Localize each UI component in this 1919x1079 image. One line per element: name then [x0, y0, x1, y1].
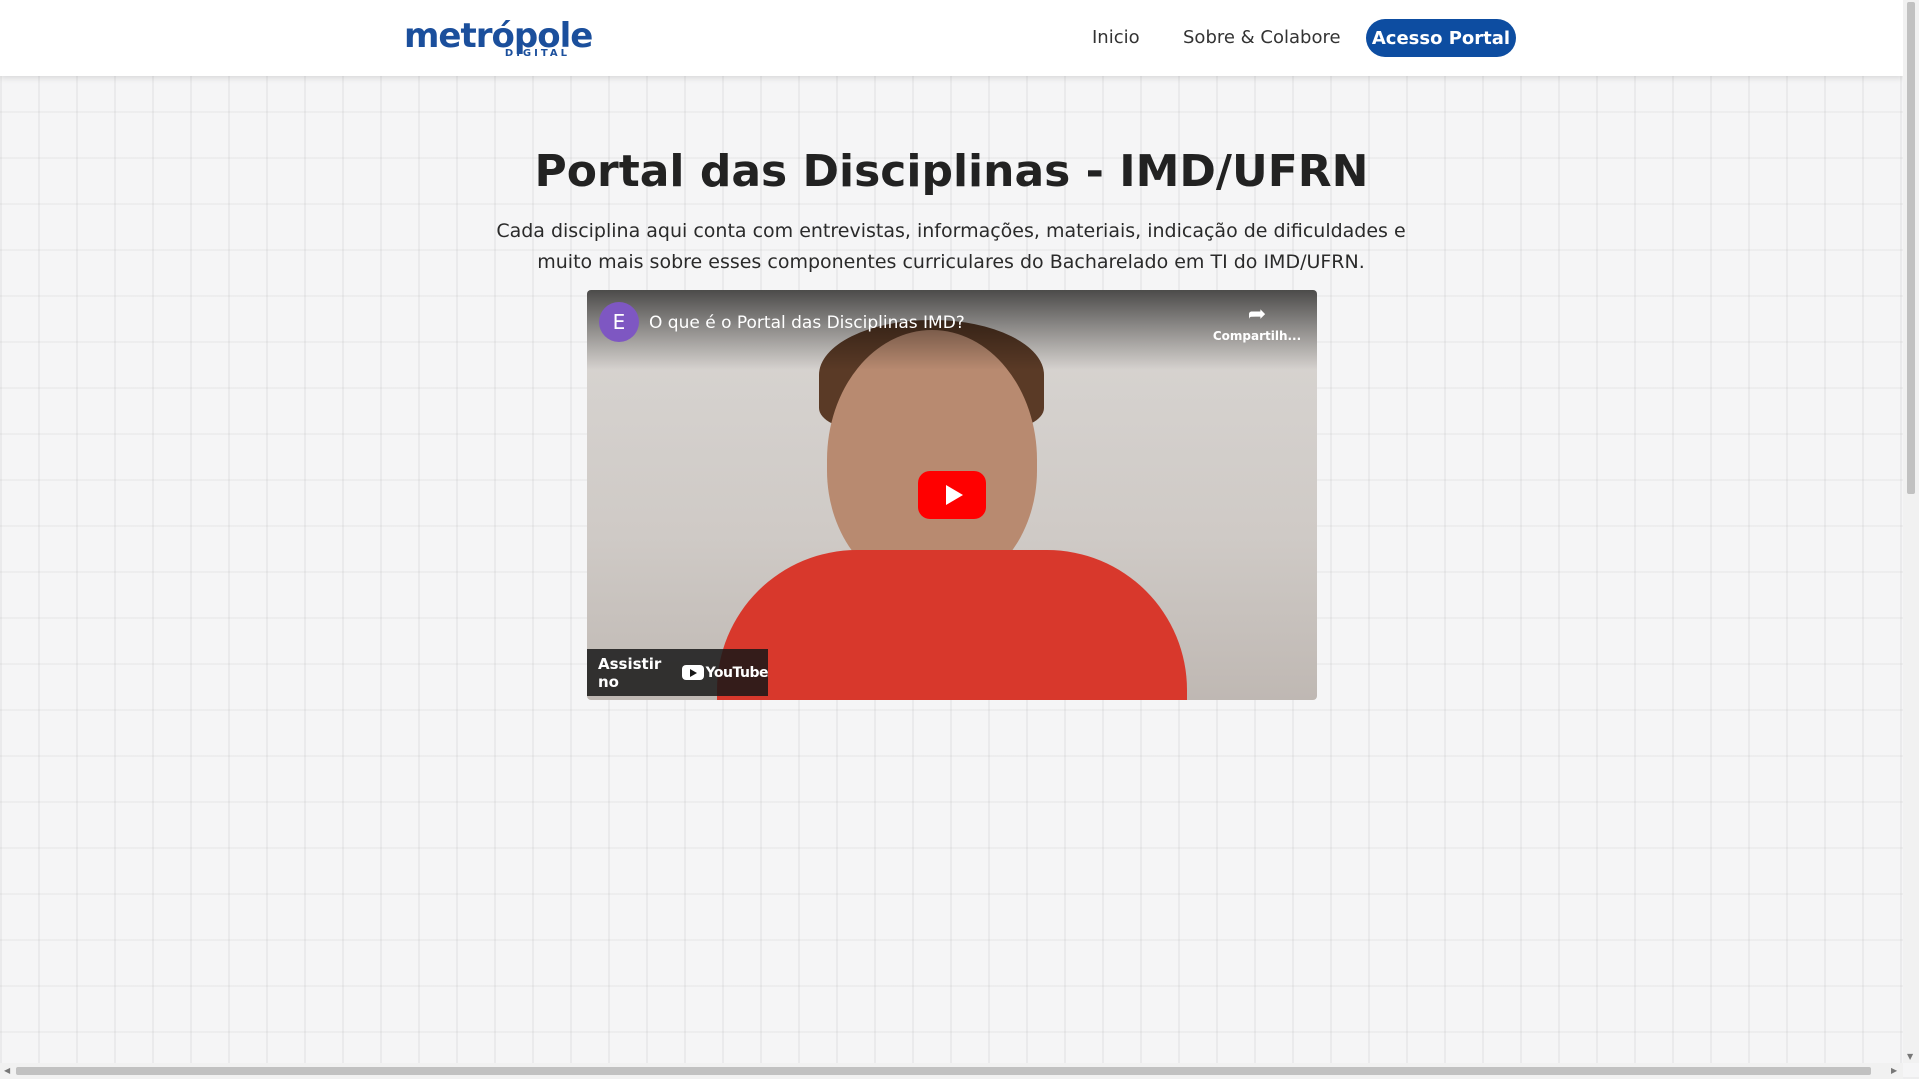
play-button[interactable] [918, 471, 986, 519]
navbar: metrópole DIGITAL Inicio Sobre & Colabor… [0, 0, 1903, 76]
acesso-portal-button[interactable]: Acesso Portal [1366, 19, 1516, 57]
youtube-video-embed[interactable]: E O que é o Portal das Disciplinas IMD? … [587, 290, 1317, 700]
youtube-wordmark: YouTube [705, 664, 769, 681]
share-label: Compartilh... [1212, 329, 1302, 343]
page-title: Portal das Disciplinas - IMD/UFRN [534, 146, 1369, 197]
watch-on-label: Assistir no [598, 654, 662, 691]
horizontal-scrollbar[interactable]: ◀ ▶ [0, 1063, 1903, 1079]
youtube-icon [681, 665, 704, 680]
channel-avatar[interactable]: E [599, 302, 639, 342]
video-frame-shirt [717, 550, 1187, 700]
play-icon [945, 485, 963, 505]
youtube-logo: YouTube [681, 664, 769, 681]
share-icon: ➦ [1247, 302, 1267, 327]
watch-on-youtube-button[interactable]: Assistir no YouTube [587, 649, 769, 696]
vertical-scrollbar-thumb[interactable] [1907, 2, 1915, 494]
video-title[interactable]: O que é o Portal das Disciplinas IMD? [649, 312, 965, 334]
scroll-down-arrow-icon[interactable]: ▼ [1907, 1052, 1913, 1061]
page-description: Cada disciplina aqui conta com entrevist… [496, 220, 1406, 273]
metropole-logo[interactable]: metrópole DIGITAL [404, 16, 593, 60]
scroll-right-arrow-icon[interactable]: ▶ [1891, 1066, 1897, 1075]
logo-subtitle: DIGITAL [504, 48, 570, 59]
scroll-left-arrow-icon[interactable]: ◀ [4, 1066, 10, 1075]
vertical-scrollbar[interactable]: ▼ [1903, 0, 1919, 1063]
nav-link-sobre-colabore[interactable]: Sobre & Colabore [1183, 26, 1341, 50]
horizontal-scrollbar-thumb[interactable] [16, 1067, 1871, 1075]
nav-link-inicio[interactable]: Inicio [1092, 26, 1140, 50]
share-button[interactable]: ➦ Compartilh... [1207, 304, 1307, 346]
